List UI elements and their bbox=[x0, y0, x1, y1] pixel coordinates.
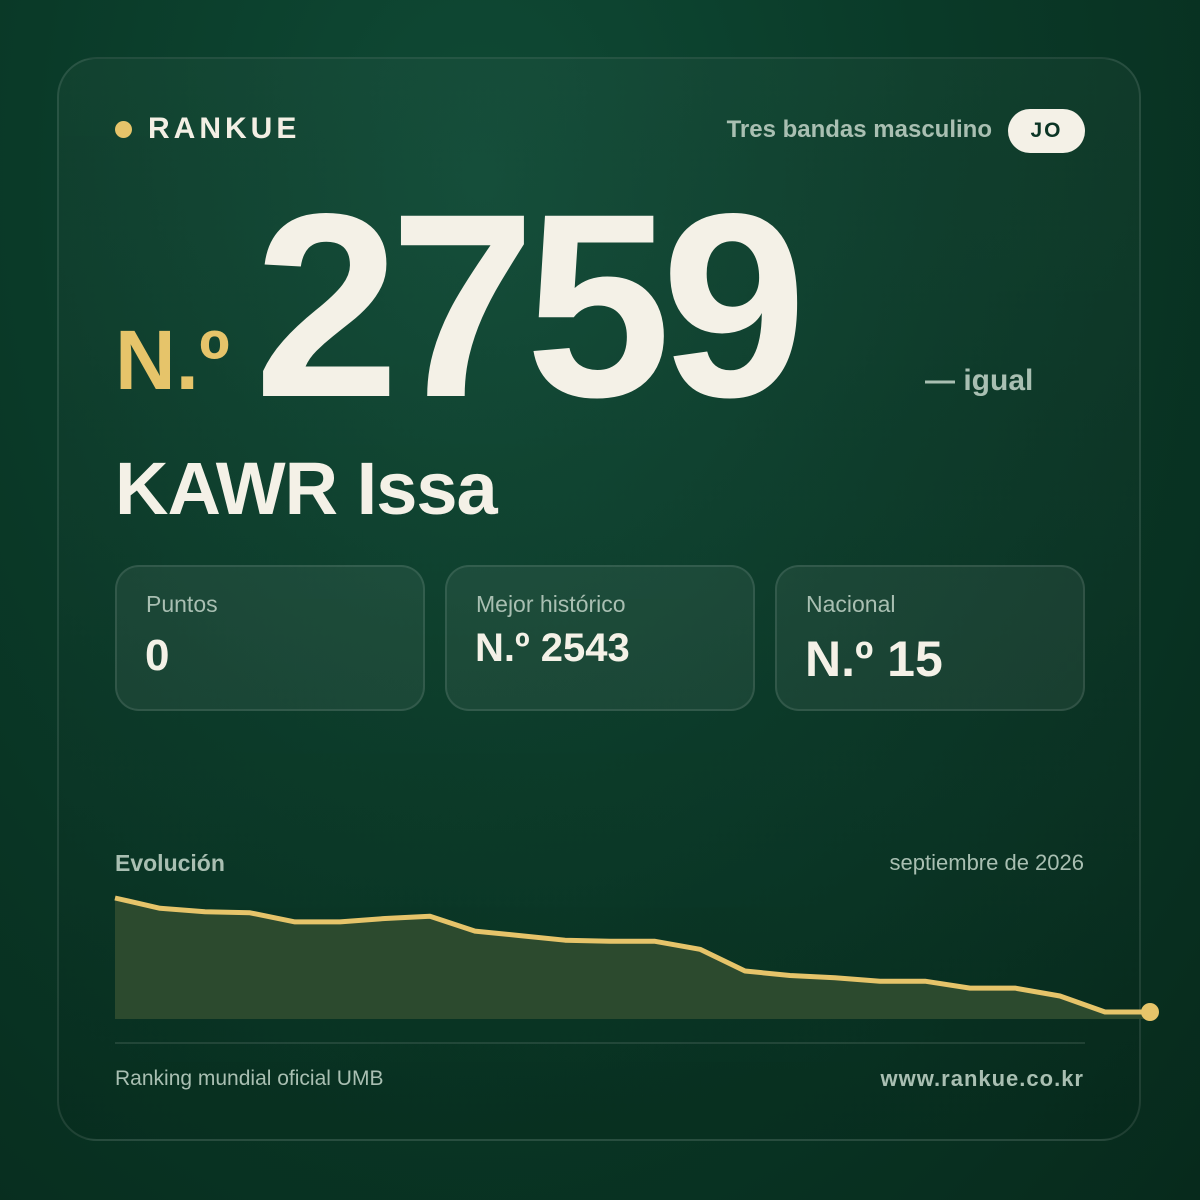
chart-current-point bbox=[1141, 1003, 1159, 1021]
evolution-chart bbox=[114, 895, 1159, 1021]
footer-website[interactable]: www.rankue.co.kr bbox=[881, 1066, 1084, 1092]
footer-divider bbox=[115, 1042, 1085, 1044]
footer-source: Ranking mundial oficial UMB bbox=[115, 1067, 384, 1090]
